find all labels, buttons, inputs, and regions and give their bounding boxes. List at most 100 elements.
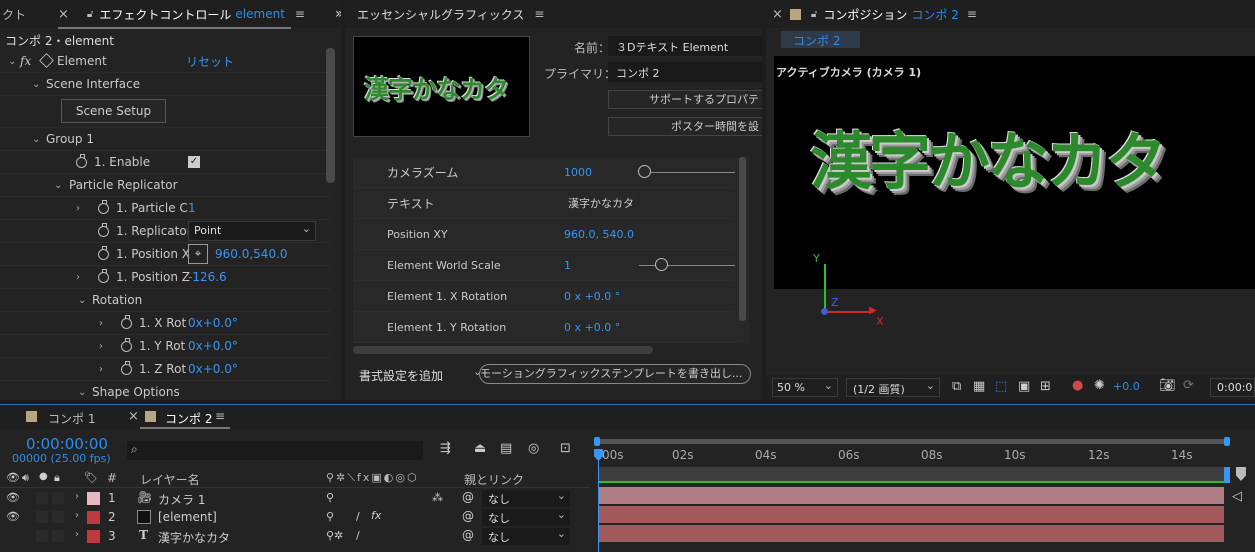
show-snapshot-icon[interactable]: ⟳ <box>1183 378 1194 393</box>
shy-switch-icon[interactable]: ⚲ <box>326 491 334 504</box>
chevron-right-icon[interactable]: › <box>76 272 80 283</box>
parent-dropdown[interactable]: なし ⌄ <box>482 489 570 507</box>
label-color-swatch[interactable] <box>87 492 100 505</box>
draft-3d-icon[interactable]: ⏏ <box>474 441 486 456</box>
transparency-grid-icon[interactable]: ▦ <box>973 379 985 394</box>
label-tag-icon[interactable]: 🏷︎ <box>84 471 98 484</box>
graph-editor-icon[interactable]: ⊡ <box>560 441 571 456</box>
lock-icon[interactable]: 🔓︎ <box>87 9 93 20</box>
eye-icon[interactable]: 👁︎ <box>6 471 20 484</box>
guides-icon[interactable]: ▣ <box>1018 379 1030 394</box>
stopwatch-icon[interactable] <box>98 246 109 260</box>
chevron-down-icon[interactable]: ⌄ <box>32 134 40 145</box>
eg-property-value[interactable]: 960.0, 540.0 <box>564 228 634 241</box>
timeline-tab-comp2[interactable]: コンポ 2 <box>165 410 212 427</box>
position-z-value[interactable]: -126.6 <box>188 270 227 284</box>
resolution-dropdown[interactable]: (1/2 画質) ⌄ <box>846 378 940 397</box>
layer-search-input[interactable]: ⌕ <box>127 441 423 460</box>
solo-cell[interactable] <box>36 511 48 523</box>
eg-vertical-scrollbar[interactable] <box>739 157 746 321</box>
eye-icon[interactable]: 👁︎ <box>6 510 20 523</box>
collapse-switch-icon[interactable]: ⁂ <box>432 491 443 504</box>
stopwatch-icon[interactable] <box>121 361 132 375</box>
layer-bar-text[interactable] <box>598 525 1224 542</box>
solo-cell[interactable] <box>36 530 48 542</box>
zoom-dropdown[interactable]: 50 % ⌄ <box>772 378 838 397</box>
crosshair-icon[interactable]: ⌖ <box>188 244 208 264</box>
chevron-down-icon[interactable]: ⌄ <box>32 79 40 90</box>
work-area-bar[interactable] <box>596 439 1228 444</box>
close-icon[interactable]: × <box>128 409 139 424</box>
panel-menu-icon[interactable]: ≡ <box>295 7 305 21</box>
scene-setup-button[interactable]: Scene Setup <box>61 99 166 123</box>
timecode-display[interactable]: 0:00:00:00 <box>26 435 108 453</box>
eg-property-value[interactable]: 1 <box>564 259 571 272</box>
layer-name[interactable]: カメラ 1 <box>158 491 205 508</box>
name-field[interactable]: ３Dテキスト Element <box>608 36 762 56</box>
layer-name[interactable]: 漢字かなカタ <box>158 529 230 546</box>
effect-controls-target[interactable]: element <box>235 7 284 21</box>
stopwatch-icon[interactable] <box>121 315 132 329</box>
pickwhip-icon[interactable]: @ <box>462 528 474 542</box>
effect-row-element[interactable]: ⌄ fx Element リセット <box>0 50 331 73</box>
quality-switch-icon[interactable]: / <box>356 510 360 523</box>
comp-mini-flowchart-icon[interactable]: ⇶ <box>440 441 451 456</box>
label-color-swatch[interactable] <box>87 530 100 543</box>
frame-blending-icon[interactable]: ◎ <box>528 441 539 456</box>
playhead-line[interactable] <box>598 449 599 552</box>
camera-zoom-slider-knob[interactable] <box>638 165 651 178</box>
effect-row-group1[interactable]: ⌄ Group 1 <box>0 128 331 151</box>
position-xy-value[interactable]: 960.0,540.0 <box>215 247 288 261</box>
eg-property-value[interactable]: 0 x +0.0 ° <box>564 290 620 303</box>
chevron-right-icon[interactable]: › <box>75 510 79 521</box>
composition-name[interactable]: コンポ 2 <box>911 6 958 23</box>
x-rot-value[interactable]: 0x+0.0° <box>188 316 238 330</box>
parent-dropdown[interactable]: なし ⌄ <box>482 527 570 545</box>
y-rot-value[interactable]: 0x+0.0° <box>188 339 238 353</box>
poster-time-button[interactable]: ポスター時間を設 <box>608 117 762 136</box>
effect-scrollbar[interactable] <box>326 48 335 183</box>
comp-breadcrumb-tab[interactable]: コンポ 2 <box>781 31 860 48</box>
stopwatch-icon[interactable] <box>98 269 109 283</box>
layer-name[interactable]: [element] <box>158 510 217 524</box>
grid-icon[interactable]: ⊞ <box>1040 379 1051 394</box>
audio-icon[interactable]: 🔊︎ <box>22 471 29 485</box>
solo-icon[interactable]: ● <box>39 471 48 482</box>
work-area-start-handle[interactable] <box>594 437 600 446</box>
snapshot-icon[interactable]: 📷︎ <box>1159 378 1176 393</box>
lock-icon[interactable]: 🔓︎ <box>811 9 817 20</box>
label-color-swatch[interactable] <box>87 511 100 524</box>
world-scale-slider-knob[interactable] <box>655 258 668 271</box>
switches-header-icons[interactable]: ⚲✲⟍fx▣◐◎⬡ <box>326 471 419 485</box>
chevron-down-icon[interactable]: ⌄ <box>78 295 86 306</box>
panel-menu-icon[interactable]: ≡ <box>967 7 977 21</box>
stopwatch-icon[interactable] <box>98 223 109 237</box>
current-time-field[interactable]: 0:00:0 <box>1210 378 1255 397</box>
supported-properties-button[interactable]: サポートするプロパテ <box>608 90 762 109</box>
panel-menu-icon[interactable]: ≡ <box>215 409 225 423</box>
layer-name-header[interactable]: レイヤー名 <box>140 471 200 488</box>
shy-switch-icon[interactable]: ⚲✲ <box>326 529 343 542</box>
panel-overflow-icon[interactable]: » <box>335 6 341 22</box>
region-of-interest-icon[interactable]: ⧉ <box>952 379 961 394</box>
primary-dropdown[interactable]: コンポ 2 <box>608 62 762 82</box>
lock-column-icon[interactable]: 🔒︎ <box>54 471 60 485</box>
shy-layers-icon[interactable]: ▤ <box>500 441 512 456</box>
effect-row-shape-options[interactable]: ⌄ Shape Options <box>0 381 331 400</box>
eye-icon[interactable]: 👁︎ <box>6 491 20 504</box>
export-template-button[interactable]: モーショングラフィックステンプレートを書き出し... <box>479 364 751 384</box>
chevron-right-icon[interactable]: › <box>75 491 79 502</box>
add-formatting-dropdown[interactable]: 書式設定を追加 ⌄ <box>353 364 482 384</box>
lock-cell[interactable] <box>52 511 64 523</box>
stopwatch-icon[interactable] <box>98 200 109 214</box>
particle-count-value[interactable]: 1 <box>188 201 196 215</box>
replicator-dropdown[interactable]: Point ⌄ <box>188 221 316 241</box>
eg-property-value[interactable]: 漢字かなカタ <box>568 195 634 211</box>
pickwhip-icon[interactable]: @ <box>462 490 474 504</box>
eg-property-value[interactable]: 1000 <box>564 166 592 179</box>
effect-row-rotation[interactable]: ⌄ Rotation <box>0 289 331 312</box>
camera-zoom-slider-track[interactable] <box>643 172 735 173</box>
parent-link-header[interactable]: 親とリンク <box>464 471 524 488</box>
layer-bar-camera[interactable] <box>598 487 1224 504</box>
effect-row-scene-interface[interactable]: ⌄ Scene Interface <box>0 73 331 96</box>
